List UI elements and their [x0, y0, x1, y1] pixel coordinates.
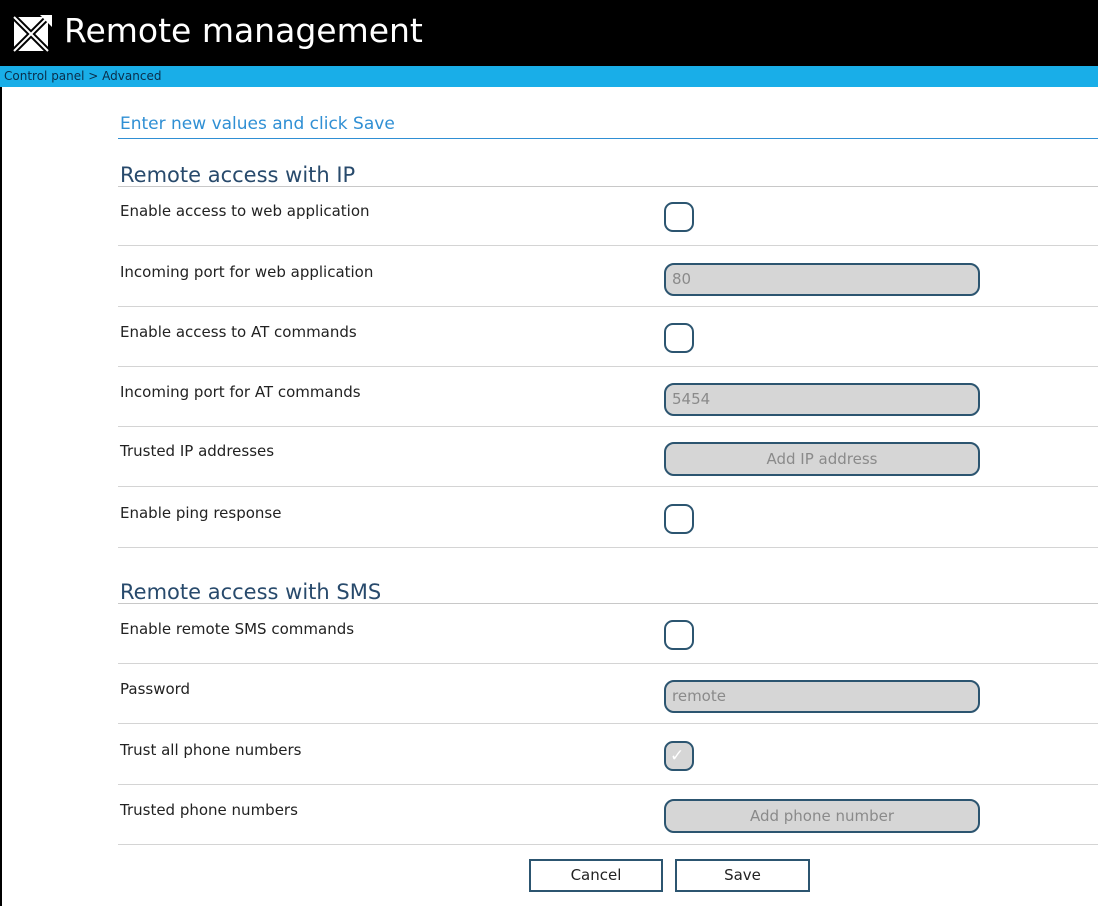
save-button[interactable]: Save: [675, 859, 810, 892]
frame-border: [0, 87, 2, 906]
row-label-enable-at-access: Enable access to AT commands: [120, 323, 357, 341]
divider: [118, 603, 1098, 604]
divider: [118, 844, 1098, 845]
divider: [118, 245, 1098, 246]
enable-sms-commands-checkbox[interactable]: [664, 620, 694, 650]
row-label-at-port: Incoming port for AT commands: [120, 383, 361, 401]
enable-ping-checkbox[interactable]: [664, 504, 694, 534]
divider: [118, 784, 1098, 785]
section-title-ip: Remote access with IP: [120, 163, 356, 187]
row-label-enable-web-access: Enable access to web application: [120, 202, 370, 220]
enable-at-access-checkbox[interactable]: [664, 323, 694, 353]
row-label-enable-sms: Enable remote SMS commands: [120, 620, 355, 638]
row-label-trusted-ip: Trusted IP addresses: [120, 442, 275, 460]
divider: [118, 486, 1098, 487]
divider: [118, 663, 1098, 664]
x-envelope-logo-icon: [11, 14, 52, 54]
checkmark-icon: ✓: [670, 746, 685, 766]
divider: [118, 366, 1098, 367]
at-port-input[interactable]: 5454: [664, 383, 980, 416]
web-port-input[interactable]: 80: [664, 263, 980, 296]
add-ip-address-button[interactable]: Add IP address: [664, 442, 980, 476]
divider: [118, 306, 1098, 307]
divider: [118, 723, 1098, 724]
divider: [118, 547, 1098, 548]
breadcrumb-bar: Control panel > Advanced: [0, 66, 1098, 87]
divider: [118, 138, 1098, 139]
enable-web-access-checkbox[interactable]: [664, 202, 694, 232]
divider: [118, 426, 1098, 427]
row-label-trusted-numbers: Trusted phone numbers: [120, 801, 298, 819]
row-label-enable-ping: Enable ping response: [120, 504, 282, 522]
divider: [118, 186, 1098, 187]
window-title: Remote management: [64, 11, 423, 50]
form-instructions: Enter new values and click Save: [120, 114, 395, 134]
title-bar: Remote management: [0, 0, 1098, 66]
cancel-button[interactable]: Cancel: [529, 859, 663, 892]
row-label-web-port: Incoming port for web application: [120, 263, 374, 281]
add-phone-number-button[interactable]: Add phone number: [664, 799, 980, 833]
breadcrumb[interactable]: Control panel > Advanced: [4, 68, 161, 84]
row-label-trust-all-numbers: Trust all phone numbers: [120, 741, 302, 759]
trust-all-numbers-checkbox[interactable]: ✓: [664, 741, 694, 771]
password-input[interactable]: remote: [664, 680, 980, 713]
section-title-sms: Remote access with SMS: [120, 580, 382, 604]
row-label-password: Password: [120, 680, 191, 698]
